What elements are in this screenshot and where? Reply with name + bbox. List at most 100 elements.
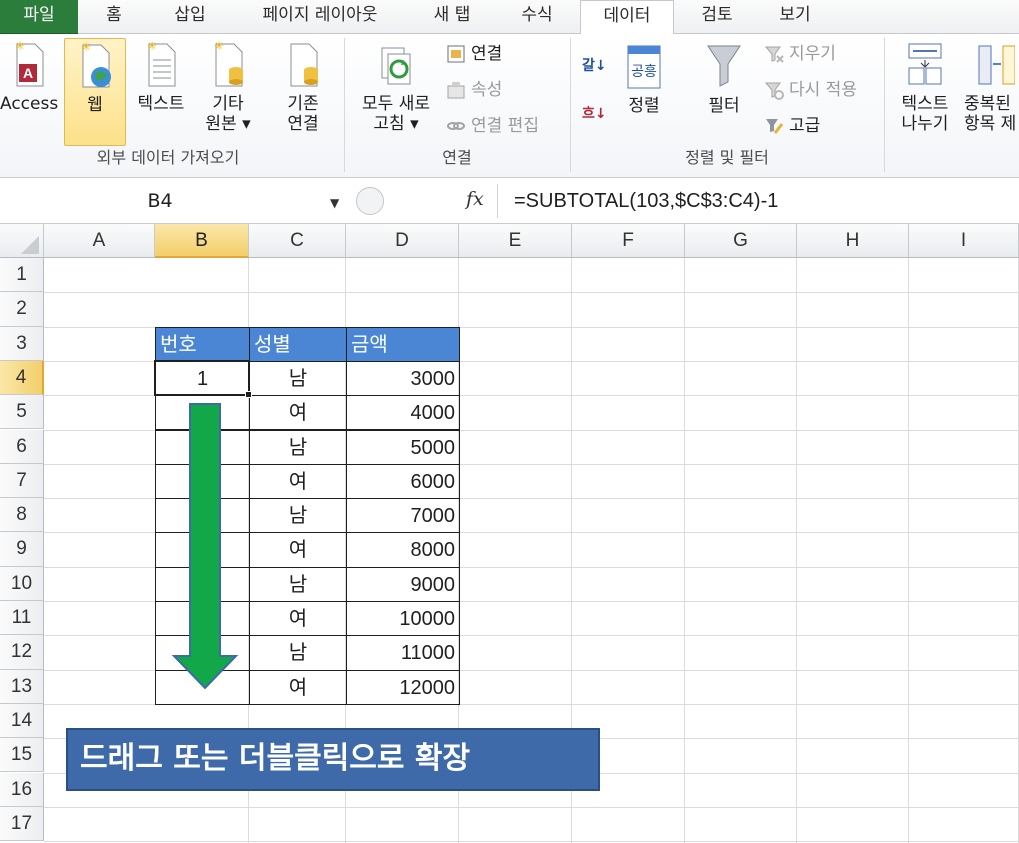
insert-function-icon[interactable]: 𝑓x <box>466 188 484 210</box>
row-header-1[interactable]: 1 <box>0 258 44 293</box>
table-cell[interactable]: 6000 <box>346 463 460 500</box>
group-label-sort-filter: 정렬 및 필터 <box>685 148 769 167</box>
tab-page-layout[interactable]: 페이지 레이아웃 <box>236 0 404 34</box>
row-header-11[interactable]: 11 <box>0 601 44 636</box>
text-label: 텍스트 <box>137 94 185 114</box>
sort-za-button[interactable]: 흐↓ <box>582 100 607 128</box>
table-cell[interactable]: 여 <box>249 395 347 431</box>
table-cell[interactable]: 남 <box>249 635 347 671</box>
row-gridline <box>44 292 1019 294</box>
table-header-cell[interactable]: 번호 <box>155 326 250 362</box>
other-sources-button[interactable]: ✳ 기타 원본 ▾ <box>196 38 260 146</box>
row-header-9[interactable]: 9 <box>0 532 44 567</box>
row-header-10[interactable]: 10 <box>0 566 44 601</box>
refresh-all-button[interactable]: 모두 새로 고침 ▾ <box>352 38 440 146</box>
sort-button[interactable]: 공흥 정렬 <box>614 38 674 146</box>
properties-icon <box>447 82 465 99</box>
table-cell[interactable]: 여 <box>249 532 347 568</box>
table-cell[interactable]: 남 <box>249 566 347 602</box>
from-text-button[interactable]: ✳ 텍스트 <box>130 38 192 146</box>
formula-bar-expand-handle[interactable] <box>356 187 384 215</box>
row-header-7[interactable]: 7 <box>0 463 44 499</box>
table-cell[interactable]: 9000 <box>346 566 460 602</box>
connections-button[interactable]: 연결 <box>446 40 502 68</box>
row-header-4[interactable]: 4 <box>0 360 44 396</box>
table-cell[interactable]: 남 <box>249 429 347 465</box>
access-button[interactable]: A ✳ Access <box>0 38 58 146</box>
clear-filter-icon <box>764 46 784 63</box>
table-cell[interactable]: 7000 <box>346 498 460 534</box>
sort-ascending-icon: 갈↓ <box>582 58 607 74</box>
table-header-cell[interactable]: 금액 <box>346 326 460 362</box>
name-box[interactable]: B4 <box>0 186 350 216</box>
table-cell[interactable]: 남 <box>249 498 347 534</box>
row-header-14[interactable]: 14 <box>0 703 44 739</box>
formula-bar: B4 ▼ 𝑓x =SUBTOTAL(103,$C$3:C4)-1 <box>0 178 1019 224</box>
table-cell[interactable]: 4000 <box>346 395 460 431</box>
link-icon <box>447 122 465 130</box>
row-header-16[interactable]: 16 <box>0 772 44 807</box>
row-header-2[interactable]: 2 <box>0 292 44 327</box>
table-cell[interactable]: 여 <box>249 669 347 705</box>
table-cell[interactable]: 12000 <box>346 669 460 705</box>
text-to-columns-label: 텍스트 나누기 <box>901 94 949 134</box>
row-header-3[interactable]: 3 <box>0 326 44 361</box>
existing-connections-button[interactable]: 기존 연결 <box>270 38 336 146</box>
column-header-c[interactable]: C <box>249 224 346 258</box>
remove-duplicates-label: 중복된 항목 제 <box>964 94 1017 134</box>
reapply-button[interactable]: 다시 적용 <box>764 76 857 104</box>
table-cell[interactable]: 남 <box>249 360 347 397</box>
edit-links-button[interactable]: 연결 편집 <box>446 112 539 140</box>
instruction-banner: 드래그 또는 더블클릭으로 확장 <box>66 728 600 791</box>
table-cell[interactable]: 8000 <box>346 532 460 568</box>
tab-new-tab[interactable]: 새 탭 <box>410 0 494 34</box>
column-header-i[interactable]: I <box>909 224 1019 258</box>
column-header-b[interactable]: B <box>155 224 249 258</box>
row-header-8[interactable]: 8 <box>0 498 44 533</box>
row-header-12[interactable]: 12 <box>0 635 44 670</box>
advanced-filter-button[interactable]: 고급 <box>764 112 820 140</box>
tab-review[interactable]: 검토 <box>684 0 750 34</box>
column-header-a[interactable]: A <box>44 224 155 258</box>
tab-data[interactable]: 데이터 <box>580 0 674 35</box>
table-cell[interactable]: 11000 <box>346 635 460 671</box>
formula-input[interactable]: =SUBTOTAL(103,$C$3:C4)-1 <box>514 186 778 216</box>
filter-funnel-icon <box>707 45 741 87</box>
table-cell[interactable]: 여 <box>249 463 347 500</box>
table-header-cell[interactable]: 성별 <box>249 326 347 362</box>
row-header-15[interactable]: 15 <box>0 738 44 773</box>
column-header-h[interactable]: H <box>797 224 909 258</box>
column-header-e[interactable]: E <box>459 224 572 258</box>
worksheet-grid[interactable]: ABCDEFGHI 1 2 3 4 5 6 7 8 9 10 11 12 13 14 15 16 17 번호 성별… <box>0 224 1019 843</box>
web-button[interactable]: ✳ 웹 <box>64 38 126 146</box>
text-to-columns-button[interactable]: 텍스트 나누기 <box>892 38 958 146</box>
chevron-down-icon[interactable]: ▼ <box>330 196 339 210</box>
table-cell[interactable]: 3000 <box>346 360 460 397</box>
table-cell[interactable]: 5000 <box>346 429 460 465</box>
table-cell[interactable]: 10000 <box>346 601 460 637</box>
tab-home[interactable]: 홈 <box>84 0 144 34</box>
tab-insert[interactable]: 삽입 <box>150 0 230 34</box>
fill-handle[interactable] <box>245 391 252 399</box>
text-file-icon: ✳ <box>147 40 176 87</box>
row-gridline <box>44 841 1019 843</box>
row-header-6[interactable]: 6 <box>0 429 44 464</box>
existing-connections-label: 기존 연결 <box>287 94 319 134</box>
tab-file[interactable]: 파일 <box>0 0 78 34</box>
filter-button[interactable]: 필터 <box>690 38 758 146</box>
column-header-g[interactable]: G <box>685 224 797 258</box>
column-header-f[interactable]: F <box>572 224 685 258</box>
clear-filter-button[interactable]: 지우기 <box>764 40 836 68</box>
remove-duplicates-button[interactable]: 중복된 항목 제 <box>958 38 1019 146</box>
column-header-d[interactable]: D <box>346 224 459 258</box>
select-all-corner[interactable] <box>0 224 44 258</box>
row-header-5[interactable]: 5 <box>0 395 44 430</box>
sort-az-button[interactable]: 갈↓ <box>582 52 607 80</box>
row-header-17[interactable]: 17 <box>0 806 44 842</box>
active-cell-b4[interactable] <box>154 359 250 397</box>
tab-view[interactable]: 보기 <box>760 0 830 34</box>
row-header-13[interactable]: 13 <box>0 669 44 704</box>
tab-formulas[interactable]: 수식 <box>500 0 574 34</box>
properties-button[interactable]: 속성 <box>446 76 502 104</box>
table-cell[interactable]: 여 <box>249 601 347 637</box>
